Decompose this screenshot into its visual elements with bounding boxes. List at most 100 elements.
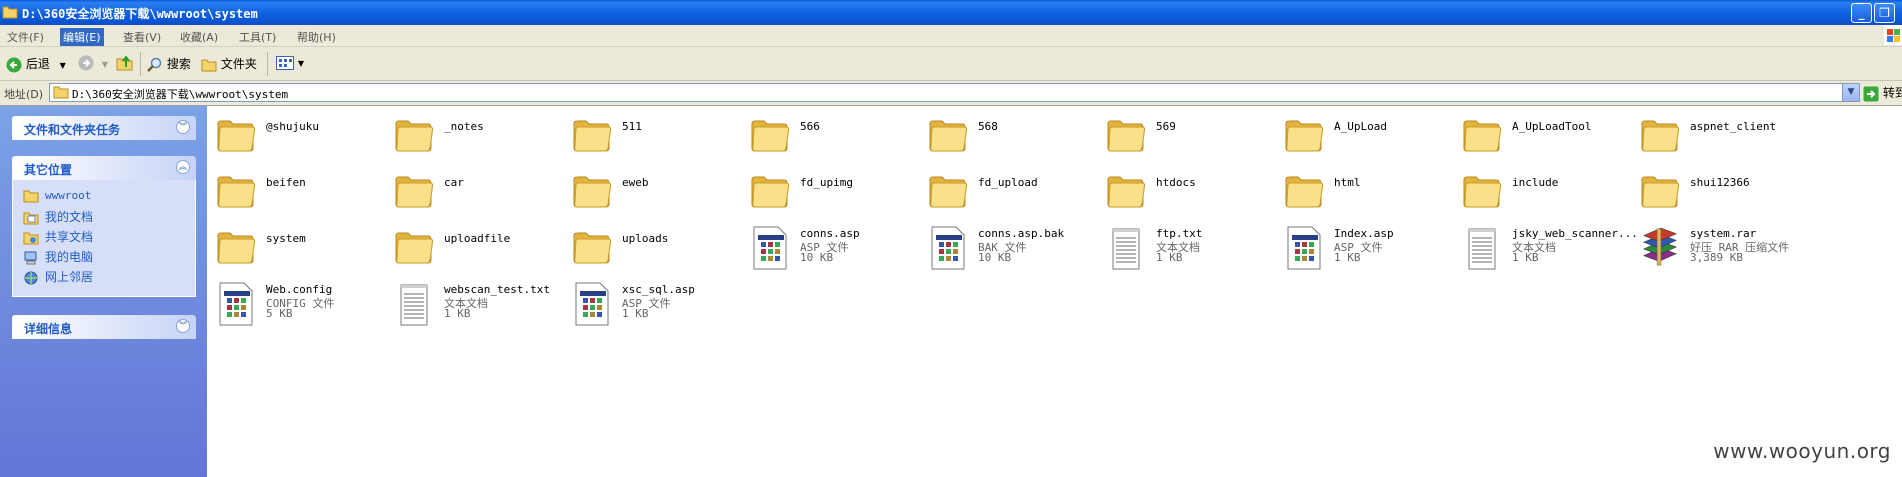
folder-icon bbox=[1640, 114, 1680, 158]
folder-item[interactable]: beifen bbox=[216, 170, 391, 220]
folder-item[interactable]: htdocs bbox=[1106, 170, 1281, 220]
other-places-list: wwwroot 我的文档 共享文档 我的电脑 网上邻居 bbox=[12, 180, 196, 297]
folder-item[interactable]: 511 bbox=[572, 114, 747, 164]
expand-chevron-icon[interactable]: ︾ bbox=[176, 319, 190, 333]
rar-archive-icon bbox=[1640, 226, 1680, 270]
folder-item[interactable]: A_UpLoadTool bbox=[1462, 114, 1637, 164]
forward-button[interactable]: ▼ bbox=[78, 55, 108, 73]
folder-item[interactable]: include bbox=[1462, 170, 1637, 220]
menu-bar: 文件(F) 编辑(E) 查看(V) 收藏(A) 工具(T) 帮助(H) bbox=[0, 25, 1902, 47]
network-places-icon bbox=[24, 271, 38, 284]
folder-icon bbox=[928, 170, 968, 214]
folder-item[interactable]: html bbox=[1284, 170, 1459, 220]
item-name: car bbox=[444, 176, 464, 189]
menu-help[interactable]: 帮助(H) bbox=[294, 28, 339, 46]
file-folder-tasks-header[interactable]: 文件和文件夹任务 ︾ bbox=[12, 116, 196, 140]
address-path: D:\360安全浏览器下载\wwwroot\system bbox=[72, 88, 289, 101]
file-item[interactable]: webscan_test.txt 文本文档 1 KB bbox=[394, 282, 569, 332]
restore-button[interactable]: ❐ bbox=[1874, 3, 1895, 23]
place-label: 我的电脑 bbox=[45, 250, 94, 264]
folder-icon bbox=[1106, 170, 1146, 214]
collapse-chevron-icon[interactable]: ︽ bbox=[176, 160, 190, 174]
address-input[interactable]: D:\360安全浏览器下载\wwwroot\system ▼ bbox=[49, 83, 1860, 102]
folder-item[interactable]: @shujuku bbox=[216, 114, 391, 164]
folders-label: 文件夹 bbox=[220, 57, 257, 71]
folders-icon bbox=[201, 59, 217, 71]
chevron-down-icon: ▼ bbox=[297, 59, 304, 68]
folder-item[interactable]: shui12366 bbox=[1640, 170, 1815, 220]
item-name: @shujuku bbox=[266, 120, 319, 133]
item-size: 10 KB bbox=[800, 251, 834, 264]
folder-item[interactable]: 569 bbox=[1106, 114, 1281, 164]
place-label: 网上邻居 bbox=[45, 270, 94, 284]
back-arrow-icon bbox=[6, 57, 22, 72]
go-button[interactable]: 转到 bbox=[1863, 84, 1902, 102]
file-item[interactable]: jsky_web_scanner... 文本文档 1 KB bbox=[1462, 226, 1637, 276]
folder-item[interactable]: 566 bbox=[750, 114, 925, 164]
folder-item[interactable]: fd_upload bbox=[928, 170, 1103, 220]
file-item[interactable]: conns.asp ASP 文件 10 KB bbox=[750, 226, 925, 276]
folder-item[interactable]: uploads bbox=[572, 226, 747, 276]
folder-icon bbox=[750, 114, 790, 158]
folder-item[interactable]: car bbox=[394, 170, 569, 220]
folder-item[interactable]: eweb bbox=[572, 170, 747, 220]
menu-edit[interactable]: 编辑(E) bbox=[60, 28, 104, 46]
menu-tools[interactable]: 工具(T) bbox=[236, 28, 279, 46]
expand-chevron-icon[interactable]: ︾ bbox=[176, 120, 190, 134]
item-name: eweb bbox=[622, 176, 649, 189]
place-my-computer[interactable]: 我的电脑 bbox=[23, 248, 93, 265]
menu-file[interactable]: 文件(F) bbox=[4, 28, 47, 46]
up-folder-icon bbox=[116, 55, 133, 71]
folder-icon bbox=[1284, 170, 1324, 214]
item-name: A_UpLoadTool bbox=[1512, 120, 1592, 133]
folder-item[interactable]: uploadfile bbox=[394, 226, 569, 276]
place-wwwroot[interactable]: wwwroot bbox=[23, 188, 91, 203]
folder-icon bbox=[572, 226, 612, 270]
folder-item[interactable]: aspnet_client bbox=[1640, 114, 1815, 164]
details-header[interactable]: 详细信息 ︾ bbox=[12, 315, 196, 339]
folder-item[interactable]: _notes bbox=[394, 114, 569, 164]
other-places-header[interactable]: 其它位置 ︽ bbox=[12, 156, 196, 180]
file-item[interactable]: xsc_sql.asp ASP 文件 1 KB bbox=[572, 282, 747, 332]
folder-icon bbox=[394, 226, 434, 270]
address-label: 地址(D) bbox=[4, 88, 44, 101]
search-button[interactable]: 搜索 bbox=[147, 55, 191, 73]
file-item[interactable]: system.rar 好压 RAR 压缩文件 3,389 KB bbox=[1640, 226, 1815, 276]
up-folder-button[interactable] bbox=[116, 55, 134, 73]
address-dropdown-button[interactable]: ▼ bbox=[1842, 84, 1859, 101]
item-size: 5 KB bbox=[266, 307, 293, 320]
folder-icon bbox=[572, 170, 612, 214]
minimize-button[interactable]: _ bbox=[1851, 3, 1872, 23]
toolbar-separator bbox=[140, 52, 141, 76]
folder-icon bbox=[1106, 114, 1146, 158]
menu-favorites[interactable]: 收藏(A) bbox=[177, 28, 221, 46]
place-network-places[interactable]: 网上邻居 bbox=[23, 268, 93, 285]
asp-file-icon bbox=[216, 282, 256, 326]
file-item[interactable]: ftp.txt 文本文档 1 KB bbox=[1106, 226, 1281, 276]
asp-file-icon bbox=[1284, 226, 1324, 270]
folder-item[interactable]: 568 bbox=[928, 114, 1103, 164]
folder-icon bbox=[394, 170, 434, 214]
place-shared-documents[interactable]: 共享文档 bbox=[23, 228, 93, 245]
item-name: shui12366 bbox=[1690, 176, 1750, 189]
window-title: D:\360安全浏览器下载\wwwroot\system bbox=[22, 7, 258, 21]
place-my-documents[interactable]: 我的文档 bbox=[23, 208, 93, 225]
folder-item[interactable]: fd_upimg bbox=[750, 170, 925, 220]
item-size: 3,389 KB bbox=[1690, 251, 1743, 264]
folder-item[interactable]: A_UpLoad bbox=[1284, 114, 1459, 164]
my-documents-icon bbox=[23, 212, 39, 224]
chevron-down-icon: ▼ bbox=[101, 59, 108, 69]
file-item[interactable]: Index.asp ASP 文件 1 KB bbox=[1284, 226, 1459, 276]
file-item[interactable]: Web.config CONFIG 文件 5 KB bbox=[216, 282, 391, 332]
file-folder-tasks-title: 文件和文件夹任务 bbox=[24, 123, 121, 137]
file-item[interactable]: conns.asp.bak BAK 文件 10 KB bbox=[928, 226, 1103, 276]
folder-icon bbox=[53, 86, 69, 99]
views-icon bbox=[276, 55, 294, 70]
menu-view[interactable]: 查看(V) bbox=[120, 28, 164, 46]
back-button[interactable]: 后退 ▼ bbox=[6, 55, 66, 73]
views-button[interactable]: ▼ bbox=[276, 55, 304, 73]
folders-button[interactable]: 文件夹 bbox=[201, 55, 257, 73]
folder-icon bbox=[23, 190, 39, 202]
place-label: wwwroot bbox=[45, 189, 92, 202]
folder-item[interactable]: system bbox=[216, 226, 391, 276]
